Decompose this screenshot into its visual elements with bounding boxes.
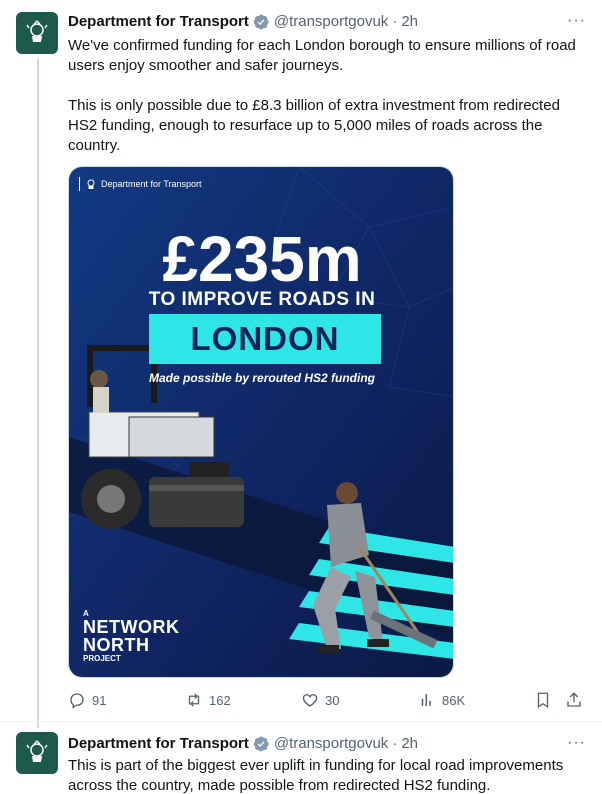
brand-divider — [79, 177, 80, 191]
crest-icon — [26, 740, 48, 762]
verified-badge-icon[interactable] — [252, 13, 270, 31]
card-brand: Department for Transport — [79, 177, 202, 191]
crest-icon — [26, 20, 48, 42]
crest-icon — [87, 179, 95, 189]
views-count: 86K — [442, 692, 466, 708]
share-icon — [567, 692, 581, 707]
timestamp[interactable]: 2h — [401, 12, 418, 32]
retweet-count: 162 — [209, 692, 231, 708]
author-name[interactable]: Department for Transport — [68, 12, 249, 32]
tweet-text-paragraph-1: We've confirmed funding for each London … — [68, 37, 576, 74]
like-icon — [302, 694, 318, 707]
retweet-icon — [188, 693, 200, 707]
card-amount: £235m — [162, 223, 362, 295]
separator: · — [392, 735, 398, 752]
share-button[interactable] — [565, 688, 583, 712]
like-count: 30 — [325, 692, 340, 708]
tweet-media-image[interactable]: Department for Transport £235m TO IMPROV… — [68, 166, 454, 678]
tweet-action-bar: 91 162 30 86K — [68, 688, 586, 712]
tweet-text-paragraph-2: This is only possible due to £8.3 billio… — [68, 97, 560, 154]
reply-button[interactable]: 91 — [68, 688, 106, 712]
more-icon[interactable]: ··· — [567, 12, 586, 30]
network-north-logo: A NETWORK NORTH PROJECT — [83, 609, 180, 663]
logo-line-project: PROJECT — [83, 654, 121, 663]
verified-badge-icon[interactable] — [252, 735, 270, 753]
bookmark-icon — [537, 692, 549, 709]
author-handle[interactable]: @transportgovuk — [274, 12, 388, 32]
tweet[interactable]: Department for Transport @transportgovuk… — [0, 0, 602, 722]
card-brand-label: Department for Transport — [101, 179, 202, 189]
card-city-banner: LONDON — [149, 314, 381, 364]
card-subtitle: TO IMPROVE ROADS IN — [148, 289, 376, 310]
card-tagline: Made possible by rerouted HS2 funding — [148, 371, 376, 385]
separator: · — [392, 13, 398, 30]
tweet-text-paragraph-1: This is part of the biggest ever uplift … — [68, 757, 564, 794]
like-button[interactable]: 30 — [301, 688, 339, 712]
bookmark-button[interactable] — [534, 688, 552, 712]
tweet-header: Department for Transport @transportgovuk… — [68, 734, 586, 754]
views-icon — [421, 694, 431, 706]
author-name[interactable]: Department for Transport — [68, 734, 249, 754]
avatar[interactable] — [16, 12, 58, 54]
reply-icon — [70, 693, 84, 709]
logo-line-network: NETWORK — [83, 617, 180, 637]
avatar[interactable] — [16, 732, 58, 774]
logo-line-north: NORTH — [83, 635, 150, 655]
tweet-header: Department for Transport @transportgovuk… — [68, 12, 586, 32]
reply-count: 91 — [92, 692, 107, 708]
tweet[interactable]: Department for Transport @transportgovuk… — [0, 722, 602, 794]
more-icon[interactable]: ··· — [567, 734, 586, 752]
author-handle[interactable]: @transportgovuk — [274, 734, 388, 754]
retweet-button[interactable]: 162 — [185, 688, 231, 712]
views-button[interactable]: 86K — [418, 688, 465, 712]
timestamp[interactable]: 2h — [401, 734, 418, 754]
